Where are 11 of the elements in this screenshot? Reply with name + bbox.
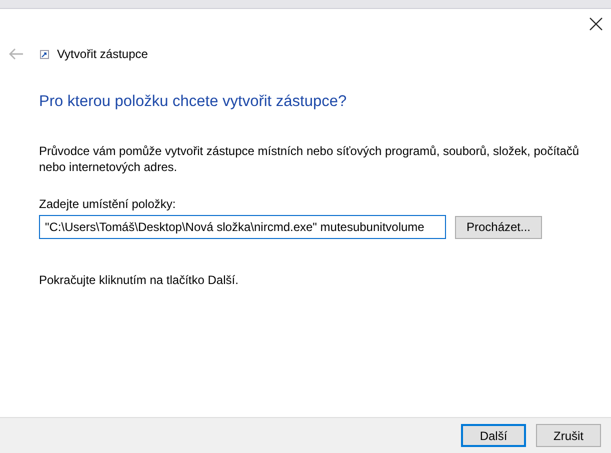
hint-text: Pokračujte kliknutím na tlačítko Další. bbox=[39, 273, 240, 287]
window-title: Vytvořit zástupce bbox=[57, 47, 148, 61]
description-text: Průvodce vám pomůže vytvořit zástupce místních nebo síťových programů, souborů, složek, počítačů nebo internetových adres. bbox=[39, 143, 580, 175]
browse-button[interactable]: Procházet... bbox=[455, 216, 542, 238]
next-button[interactable]: Další bbox=[461, 424, 526, 447]
location-input-field[interactable]: "C:\Users\Tomáš\Desktop\Nová složka\nircmd.exe" mutesubunitvolume bbox=[39, 215, 446, 239]
page-heading: Pro kterou položku chcete vytvořit zástupce? bbox=[39, 93, 348, 111]
location-label: Zadejte umístění položky: bbox=[39, 197, 177, 211]
shortcut-icon bbox=[40, 50, 49, 58]
close-button[interactable] bbox=[589, 17, 603, 31]
cancel-button[interactable]: Zrušit bbox=[536, 424, 601, 447]
